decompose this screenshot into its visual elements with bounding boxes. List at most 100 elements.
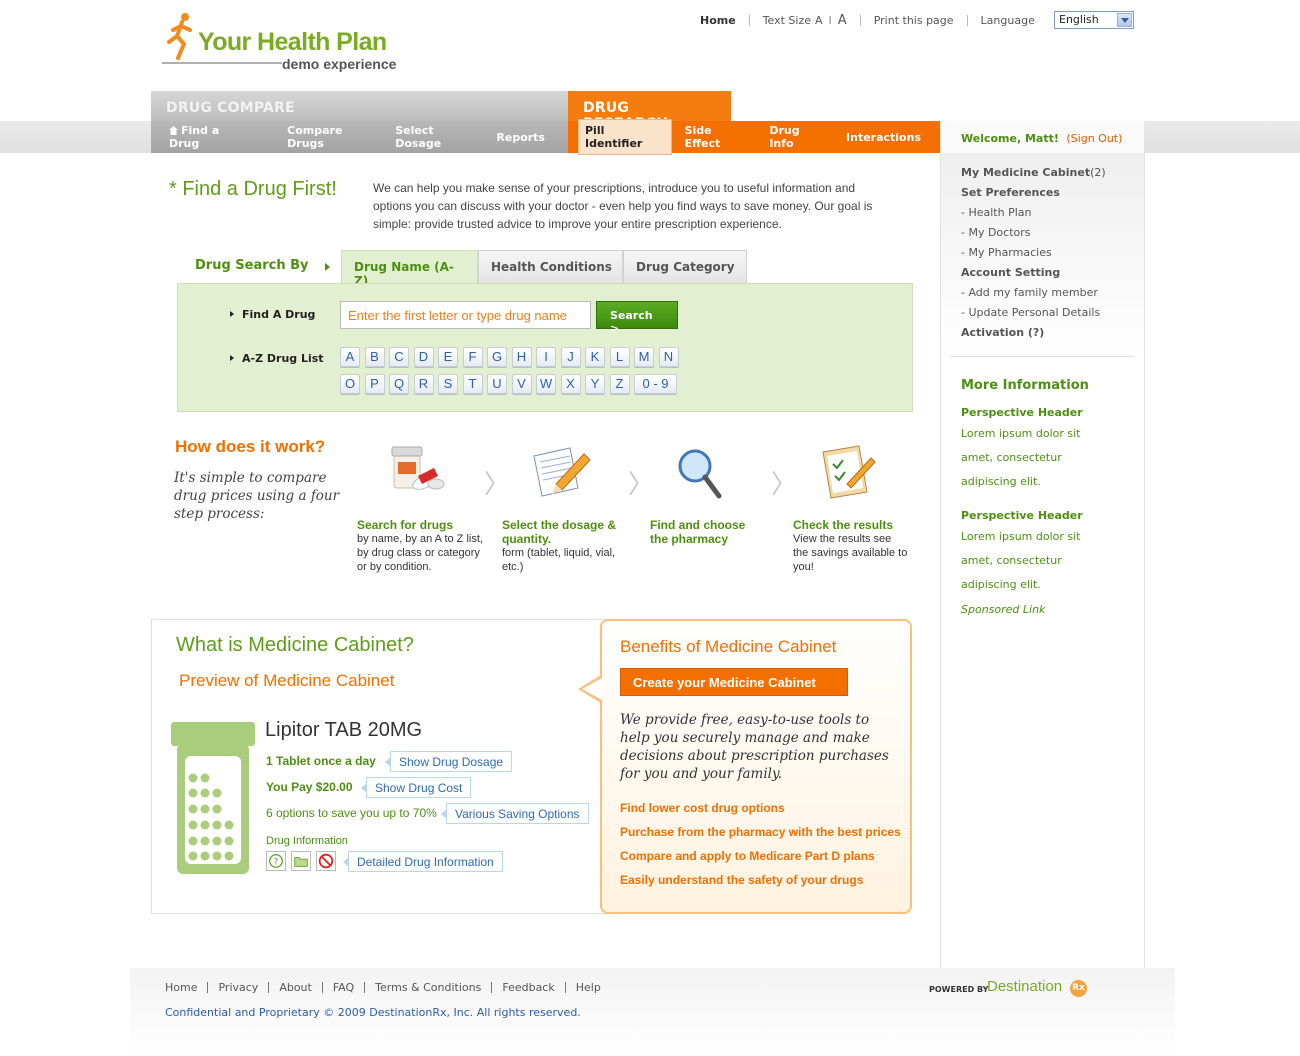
subnav-find-a-drug[interactable]: Find a Drug <box>169 124 264 150</box>
text-size-large-button[interactable]: A <box>838 13 847 28</box>
az-letter-button[interactable]: R <box>413 374 434 394</box>
az-letter-button[interactable]: Y <box>585 374 605 394</box>
sidebar-item-health-plan[interactable]: - Health Plan <box>961 205 1141 225</box>
subnav-drug-info[interactable]: Drug Info <box>769 124 827 150</box>
az-letter-button[interactable]: G <box>487 347 507 367</box>
subnav-select-dosage[interactable]: Select Dosage <box>395 124 473 150</box>
tab-drug-research[interactable]: DRUG RESEARCH <box>568 91 731 132</box>
footer-terms-link[interactable]: Terms & Conditions <box>375 981 481 994</box>
sidebar-item-activation[interactable]: Activation (?) <box>961 325 1141 345</box>
cabinet-count: (2) <box>1090 166 1106 179</box>
footer-privacy-link[interactable]: Privacy <box>218 981 258 994</box>
drug-compare-subnav: Find a Drug Compare Drugs Select Dosage … <box>151 121 568 153</box>
medicine-cabinet-title: What is Medicine Cabinet? <box>176 634 414 656</box>
tab-drug-compare[interactable]: DRUG COMPARE <box>151 91 568 122</box>
help-icon[interactable]: ? <box>266 851 286 871</box>
destinationrx-logo[interactable]: Destination <box>987 978 1062 995</box>
bullet-icon <box>230 355 234 361</box>
az-letter-button[interactable]: M <box>634 347 654 367</box>
show-drug-dosage-tag[interactable]: Show Drug Dosage <box>384 751 513 772</box>
no-entry-icon[interactable] <box>316 851 336 871</box>
sidebar-item-update-details[interactable]: - Update Personal Details <box>961 305 1141 325</box>
drug-search-input[interactable]: Enter the first letter or type drug name <box>340 301 591 329</box>
footer-feedback-link[interactable]: Feedback <box>502 981 554 994</box>
az-letter-button[interactable]: V <box>511 374 532 394</box>
sidebar-item-my-doctors[interactable]: - My Doctors <box>961 225 1141 245</box>
az-letter-button[interactable]: S <box>438 374 458 394</box>
sidebar-divider <box>950 356 1134 357</box>
sidebar-item-add-family[interactable]: - Add my family member <box>961 285 1141 305</box>
welcome-text: Welcome, Matt! <box>961 132 1059 145</box>
sidebar-item-medicine-cabinet[interactable]: My Medicine Cabinet(2) <box>961 165 1141 185</box>
step-desc: form (tablet, liquid, vial, etc.) <box>502 547 616 573</box>
sponsored-link[interactable]: Sponsored Link <box>961 603 1045 616</box>
top-home-link[interactable]: Home <box>700 14 736 27</box>
language-label: Language <box>980 13 1035 27</box>
footer-home-link[interactable]: Home <box>165 981 197 994</box>
az-letter-button[interactable]: D <box>413 347 434 367</box>
az-letter-button[interactable]: Q <box>389 374 409 394</box>
az-letter-button[interactable]: O <box>340 374 360 394</box>
step-results: Check the results View the results see t… <box>793 518 908 574</box>
az-letter-button[interactable]: P <box>364 374 385 394</box>
perspective-header-link[interactable]: Perspective Header <box>961 405 1136 426</box>
az-letter-button[interactable]: W <box>536 374 556 394</box>
detailed-drug-info-tag[interactable]: Detailed Drug Information <box>343 851 503 872</box>
intro-text: We can help you make sense of your presc… <box>373 181 873 231</box>
az-letter-button[interactable]: N <box>658 347 679 367</box>
saving-options-tag[interactable]: Various Saving Options <box>441 803 589 824</box>
step-desc: by name, by an A to Z list, by drug clas… <box>357 533 483 573</box>
print-page-link[interactable]: Print this page <box>874 14 954 27</box>
az-letter-button[interactable]: A <box>340 347 360 367</box>
az-letter-button[interactable]: 0 - 9 <box>634 374 677 394</box>
subnav-pill-identifier[interactable]: Pill Identifier <box>578 119 672 155</box>
divider <box>859 14 861 26</box>
step-search: Search for drugs by name, by an A to Z l… <box>357 518 489 574</box>
drug-name: Lipitor TAB 20MG <box>265 719 423 741</box>
tab-drug-name[interactable]: Drug Name (A-Z) <box>341 250 478 288</box>
benefits-title: Benefits of Medicine Cabinet <box>620 637 837 656</box>
divider <box>364 982 366 993</box>
text-size-small-button[interactable]: A <box>815 14 823 27</box>
subnav-side-effect[interactable]: Side Effect <box>685 124 751 150</box>
az-letter-button[interactable]: H <box>511 347 532 367</box>
az-letter-button[interactable]: B <box>364 347 385 367</box>
sidebar-item-my-pharmacies[interactable]: - My Pharmacies <box>961 245 1141 265</box>
info-text: adipiscing elit. <box>961 578 1041 591</box>
az-letter-button[interactable]: X <box>560 374 581 394</box>
step-title: Find and choose the pharmacy <box>650 518 746 546</box>
footer-about-link[interactable]: About <box>279 981 312 994</box>
benefit-item: Purchase from the pharmacy with the best… <box>620 825 901 839</box>
subnav-reports[interactable]: Reports <box>496 131 545 144</box>
az-letter-button[interactable]: I <box>536 347 556 367</box>
folder-icon[interactable] <box>291 851 311 871</box>
create-cabinet-button[interactable]: Create your Medicine Cabinet <box>620 668 848 696</box>
brand-name[interactable]: Your Health Plan <box>198 28 387 57</box>
search-button[interactable]: Search > <box>596 301 678 335</box>
arrow-right-icon <box>325 263 330 271</box>
az-letter-button[interactable]: L <box>609 347 630 367</box>
subnav-interactions[interactable]: Interactions <box>846 131 921 144</box>
subnav-compare-drugs[interactable]: Compare Drugs <box>287 124 372 150</box>
pill-bottle-icon <box>171 722 255 874</box>
show-drug-cost-tag[interactable]: Show Drug Cost <box>360 777 472 798</box>
footer-help-link[interactable]: Help <box>576 981 601 994</box>
bullet-icon <box>230 311 234 317</box>
az-letter-button[interactable]: F <box>462 347 483 367</box>
az-letter-button[interactable]: Z <box>609 374 630 394</box>
footer-links: Home Privacy About FAQ Terms & Condition… <box>165 981 601 994</box>
perspective-header-link[interactable]: Perspective Header <box>961 508 1136 529</box>
sign-out-link[interactable]: (Sign Out) <box>1066 132 1122 145</box>
az-letter-button[interactable]: E <box>438 347 458 367</box>
tab-health-conditions[interactable]: Health Conditions <box>478 250 623 283</box>
step-title: Check the results <box>793 518 894 532</box>
footer-faq-link[interactable]: FAQ <box>333 981 354 994</box>
az-letter-button[interactable]: J <box>560 347 581 367</box>
az-letter-button[interactable]: C <box>389 347 409 367</box>
az-letter-button[interactable]: U <box>487 374 507 394</box>
az-letter-button[interactable]: T <box>462 374 483 394</box>
tab-drug-category[interactable]: Drug Category <box>623 250 747 283</box>
az-letter-button[interactable]: K <box>585 347 605 367</box>
language-select[interactable]: English <box>1054 11 1134 29</box>
brand-tagline: demo experience <box>282 56 397 72</box>
